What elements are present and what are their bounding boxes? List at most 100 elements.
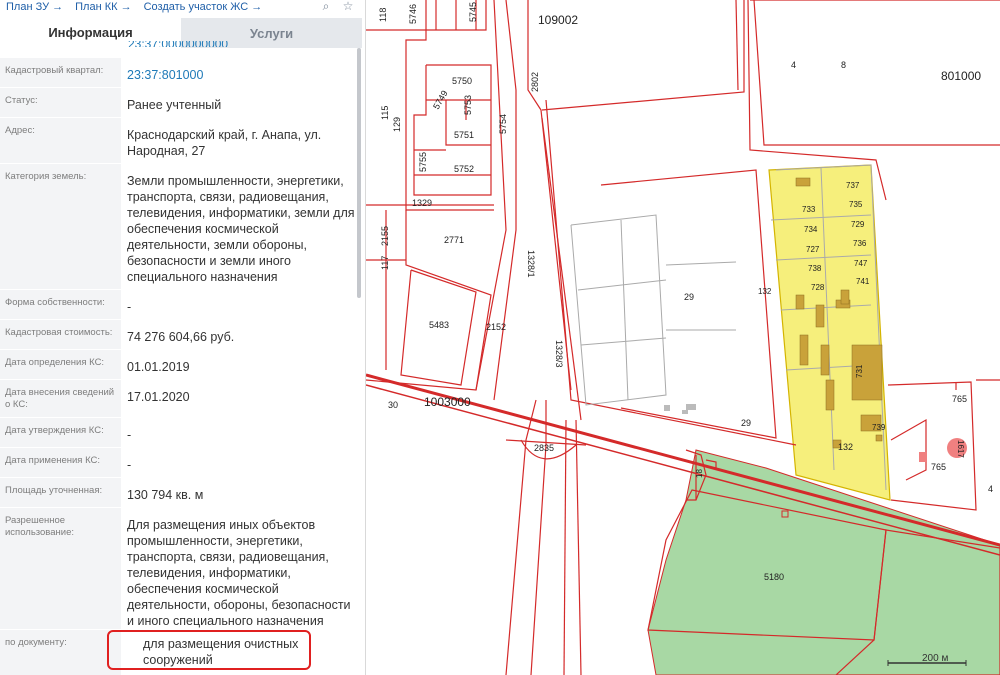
map-label: 18 xyxy=(695,469,704,478)
map-label: 5180 xyxy=(764,572,784,582)
create-plot-link[interactable]: Создать участок ЖС → xyxy=(144,1,263,13)
map-label: 118 xyxy=(378,8,388,22)
map-label: 2155 xyxy=(380,226,390,246)
top-icons: ⌕ ☆ xyxy=(319,0,355,12)
grey-buildings xyxy=(664,404,696,414)
map-label: 1328/1 xyxy=(526,250,536,278)
map-label: 2835 xyxy=(534,443,554,453)
row-label: Дата применения КС: xyxy=(0,448,121,477)
map-label: 1329 xyxy=(412,198,432,208)
map-label: 728 xyxy=(811,283,825,292)
row-ownership: Форма собственности: - xyxy=(0,290,362,320)
map-label: 747 xyxy=(854,259,868,268)
row-label: Кадастровая стоимость: xyxy=(0,320,121,349)
map-label: 2771 xyxy=(444,235,464,245)
row-label: Разрешенное использование: xyxy=(0,508,121,629)
map-label: 129 xyxy=(392,117,402,132)
cadastral-map[interactable]: 109002 801000 1003000 118 5746 5745 5750… xyxy=(366,0,1000,675)
row-permitted-use: Разрешенное использование: Для размещени… xyxy=(0,508,362,630)
map-label: 733 xyxy=(802,205,816,214)
map-label: 736 xyxy=(853,239,867,248)
green-area xyxy=(647,449,1000,675)
row-quarter: Кадастровый квартал: 23:37:801000 xyxy=(0,58,362,88)
map-label: 5753 xyxy=(463,95,473,115)
row-label: Категория земель: xyxy=(0,164,121,289)
map-label: 1617 xyxy=(956,440,965,458)
map-label: 132 xyxy=(838,442,853,452)
row-label: Дата определения КС: xyxy=(0,350,121,379)
row-value: 01.01.2019 xyxy=(127,360,190,374)
map-label: 5750 xyxy=(452,76,472,86)
row-label: Кадастровый квартал: xyxy=(0,58,121,87)
map-label: 5751 xyxy=(454,130,474,140)
row-label: по документу: xyxy=(0,630,121,675)
map-label: 132 xyxy=(758,287,772,296)
map-label: 5755 xyxy=(418,152,428,172)
highlighted-plot[interactable] xyxy=(768,164,891,501)
row-label: Статус: xyxy=(0,88,121,117)
map-label: 1003000 xyxy=(424,395,471,409)
map-label: 741 xyxy=(856,277,870,286)
row-value: 130 794 кв. м xyxy=(127,488,204,502)
row-ks-application: Дата применения КС: - xyxy=(0,448,362,478)
map-canvas[interactable]: 109002 801000 1003000 118 5746 5745 5750… xyxy=(366,0,1000,675)
row-value: 17.01.2020 xyxy=(127,390,190,404)
map-label: 117 xyxy=(380,256,390,270)
row-value: - xyxy=(127,428,132,442)
row-value: Для размещения иных объектов промышленно… xyxy=(127,518,351,628)
map-label: 765 xyxy=(931,462,946,472)
row-value: Земли промышленности, энергетики, трансп… xyxy=(127,174,355,284)
row-label: Дата утверждения КС: xyxy=(0,418,121,447)
map-label: 5745 xyxy=(468,2,478,22)
row-value: 74 276 604,66 руб. xyxy=(127,330,235,344)
row-value: Краснодарский край, г. Анапа, ул. Народн… xyxy=(127,128,322,158)
info-rows: Кадастровый квартал: 23:37:801000 Статус… xyxy=(0,58,362,675)
map-label: 115 xyxy=(380,106,390,120)
row-label: Площадь уточненная: xyxy=(0,478,121,507)
map-label: 2152 xyxy=(486,322,506,332)
row-value: - xyxy=(127,300,132,314)
row-land-category: Категория земель: Земли промышленности, … xyxy=(0,164,362,290)
row-value: - xyxy=(127,458,132,472)
search-document-icon[interactable]: ⌕ xyxy=(319,0,333,12)
row-cadastral-value: Кадастровая стоимость: 74 276 604,66 руб… xyxy=(0,320,362,350)
map-label: 5483 xyxy=(429,320,449,330)
row-value[interactable]: 23:37:801000 xyxy=(121,58,362,87)
map-label: 1328/3 xyxy=(554,340,564,368)
row-label: Форма собственности: xyxy=(0,290,121,319)
map-label: 29 xyxy=(684,292,694,302)
map-label: 29 xyxy=(741,418,751,428)
map-label: 30 xyxy=(388,400,398,410)
top-links: План ЗУ → План КК → Создать участок ЖС → xyxy=(0,0,365,14)
map-label: 8 xyxy=(841,60,846,70)
cadastral-number: 23:37:0000000000 xyxy=(128,41,228,47)
scrollbar[interactable] xyxy=(357,48,361,298)
row-ks-approval: Дата утверждения КС: - xyxy=(0,418,362,448)
star-icon[interactable]: ☆ xyxy=(341,0,355,12)
map-label: 737 xyxy=(846,181,860,190)
map-label: 735 xyxy=(849,200,863,209)
scale-label: 200 м xyxy=(922,653,949,664)
map-label: 5754 xyxy=(498,114,508,134)
map-label: 5752 xyxy=(454,164,474,174)
map-label: 727 xyxy=(806,245,820,254)
row-label: Дата внесения сведений о КС: xyxy=(0,380,121,417)
plan-kk-link[interactable]: План КК → xyxy=(75,1,131,13)
map-label: 5746 xyxy=(408,4,418,24)
map-label: 4 xyxy=(791,60,796,70)
map-label: 734 xyxy=(804,225,818,234)
row-value: Ранее учтенный xyxy=(127,98,222,112)
row-status: Статус: Ранее учтенный xyxy=(0,88,362,118)
info-panel: План ЗУ → План КК → Создать участок ЖС →… xyxy=(0,0,366,675)
map-label: 731 xyxy=(855,364,864,378)
row-label: Адрес: xyxy=(0,118,121,163)
row-area: Площадь уточненная: 130 794 кв. м xyxy=(0,478,362,508)
map-label: 729 xyxy=(851,220,865,229)
map-label: 801000 xyxy=(941,69,981,83)
map-label: 765 xyxy=(952,394,967,404)
plan-zu-link[interactable]: План ЗУ → xyxy=(6,1,63,13)
row-address: Адрес: Краснодарский край, г. Анапа, ул.… xyxy=(0,118,362,164)
map-labels: 109002 801000 1003000 118 5746 5745 5750… xyxy=(378,2,993,582)
row-ks-date: Дата определения КС: 01.01.2019 xyxy=(0,350,362,380)
map-label: 2802 xyxy=(530,72,540,92)
